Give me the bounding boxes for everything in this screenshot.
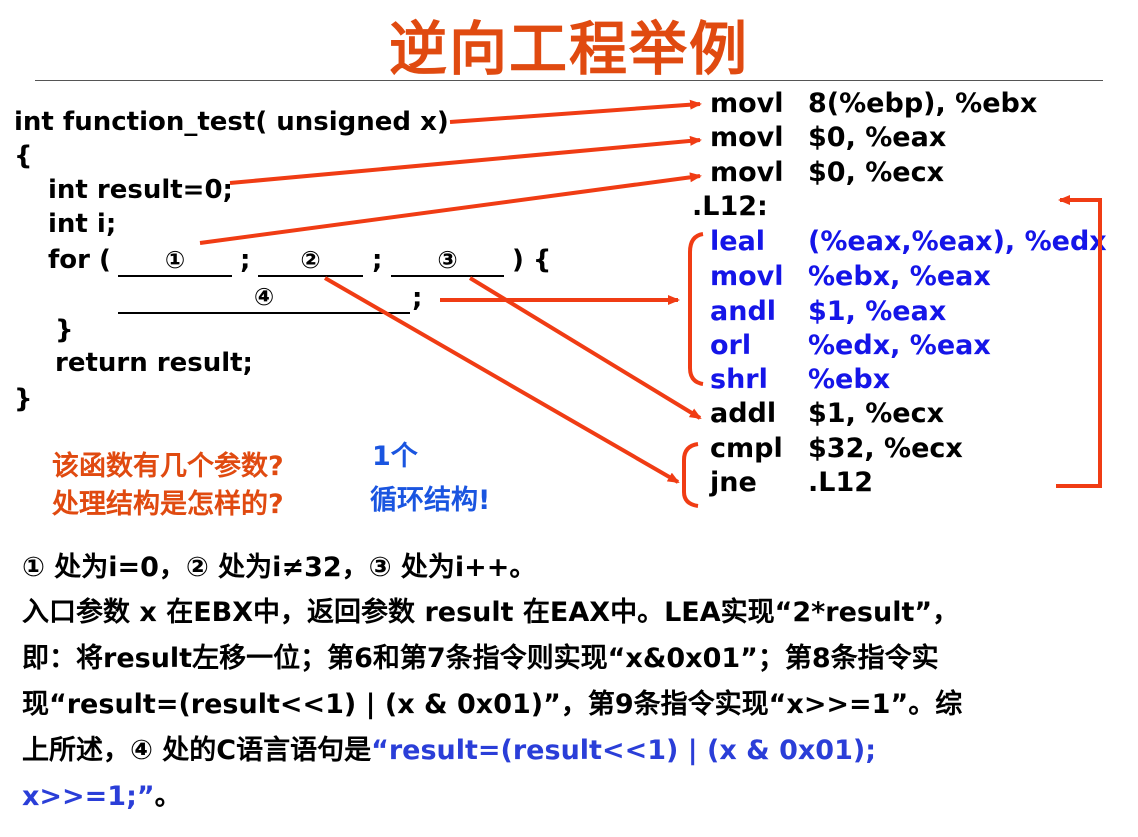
explanation-line-4: 现“result=(result<<1) | (x & 0x01)”，第9条指令… — [22, 689, 963, 720]
question-structure: 处理结构是怎样的? — [52, 489, 284, 520]
answer-statement-part1: “result=(result<<1) | (x & 0x01); — [371, 735, 876, 766]
compare-bracket — [682, 442, 699, 508]
jne-loop-back-arrow — [1056, 195, 1102, 488]
answer-params: 1个 — [372, 441, 418, 472]
conclusion-prefix: 上所述，④ 处的C语言语句是 — [22, 735, 372, 766]
explanation-line-5: 上所述，④ 处的C语言语句是“result=(result<<1) | (x &… — [22, 728, 1122, 774]
explanation-line-1: ① 处为i=0，② 处为i≠32，③ 处为i++。 — [22, 552, 537, 583]
question-params: 该函数有几个参数? — [52, 451, 284, 482]
explanation-line-3: 即：将result左移一位；第6和第7条指令则实现“x&0x01”；第8条指令实 — [22, 643, 939, 674]
answer-structure: 循环结构! — [370, 485, 491, 516]
explanation-line-2: 入口参数 x 在EBX中，返回参数 result 在EAX中。LEA实现“2*r… — [22, 597, 960, 628]
arrow-blank1-to-movl-ecx — [199, 172, 702, 245]
explanation-line-6: x>>=1;”。 — [22, 774, 1122, 820]
loop-body-bracket — [688, 232, 704, 386]
conclusion-end: 。 — [154, 781, 182, 812]
arrow-result-to-movl-eax — [229, 135, 702, 185]
answer-statement-part2: x>>=1;” — [22, 781, 155, 812]
arrow-param-to-movl-ebx — [449, 99, 702, 124]
